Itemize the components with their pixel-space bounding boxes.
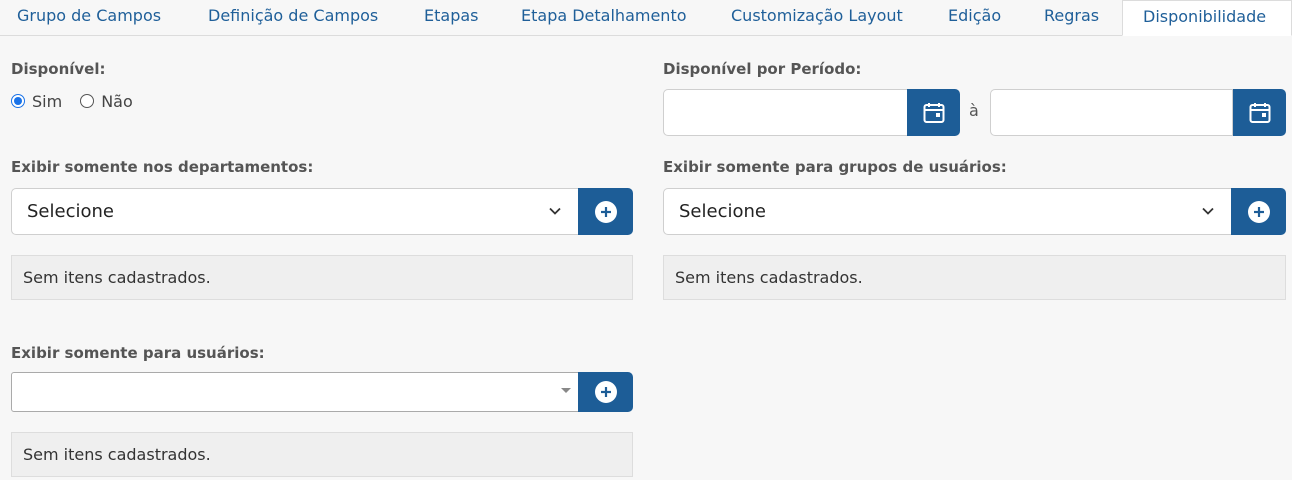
users-label: Exibir somente para usuários:	[11, 344, 265, 362]
user-groups-label: Exibir somente para grupos de usuários:	[663, 158, 1007, 176]
tab-definicao-de-campos[interactable]: Definição de Campos	[208, 0, 378, 36]
tab-etapa-detalhamento[interactable]: Etapa Detalhamento	[521, 0, 687, 36]
users-select[interactable]	[11, 372, 579, 412]
add-user-button[interactable]	[578, 372, 633, 412]
departments-label: Exibir somente nos departamentos:	[11, 158, 314, 176]
tab-regras[interactable]: Regras	[1044, 0, 1099, 36]
add-user-group-button[interactable]	[1231, 188, 1286, 235]
tab-etapas[interactable]: Etapas	[424, 0, 478, 36]
radio-sim[interactable]	[11, 94, 25, 108]
available-label: Disponível:	[11, 60, 106, 78]
period-label: Disponível por Período:	[663, 60, 862, 78]
calendar-icon	[923, 102, 944, 123]
period-end-input[interactable]	[990, 89, 1233, 136]
caret-down-icon	[561, 388, 571, 393]
calendar-icon	[1249, 102, 1270, 123]
plus-circle-icon	[594, 381, 617, 403]
period-start-calendar-button[interactable]	[907, 89, 960, 136]
user-groups-empty-message: Sem itens cadastrados.	[663, 255, 1286, 300]
tab-grupo-de-campos[interactable]: Grupo de Campos	[17, 0, 161, 36]
tab-edicao[interactable]: Edição	[948, 0, 1001, 36]
tab-customizacao-layout[interactable]: Customização Layout	[731, 0, 903, 36]
plus-circle-icon	[1247, 200, 1270, 223]
departments-select[interactable]: Selecione	[11, 188, 579, 235]
radio-sim-label: Sim	[32, 91, 63, 111]
add-department-button[interactable]	[578, 188, 633, 235]
departments-select-value: Selecione	[27, 201, 114, 222]
chevron-down-icon	[549, 207, 561, 215]
tab-disponibilidade[interactable]: Disponibilidade	[1122, 0, 1292, 36]
chevron-down-icon	[1202, 207, 1214, 215]
radio-nao-label: Não	[101, 91, 133, 111]
plus-circle-icon	[594, 200, 617, 223]
tab-bar: Grupo de Campos Definição de Campos Etap…	[0, 0, 1292, 36]
period-end-calendar-button[interactable]	[1233, 89, 1286, 136]
period-separator: à	[969, 101, 979, 120]
departments-empty-message: Sem itens cadastrados.	[11, 255, 633, 300]
period-start-input[interactable]	[663, 89, 908, 136]
radio-nao[interactable]	[80, 94, 95, 108]
user-groups-select[interactable]: Selecione	[663, 188, 1232, 235]
user-groups-select-value: Selecione	[679, 201, 766, 222]
users-empty-message: Sem itens cadastrados.	[11, 432, 633, 477]
available-radio-group: Sim Não	[11, 90, 151, 112]
